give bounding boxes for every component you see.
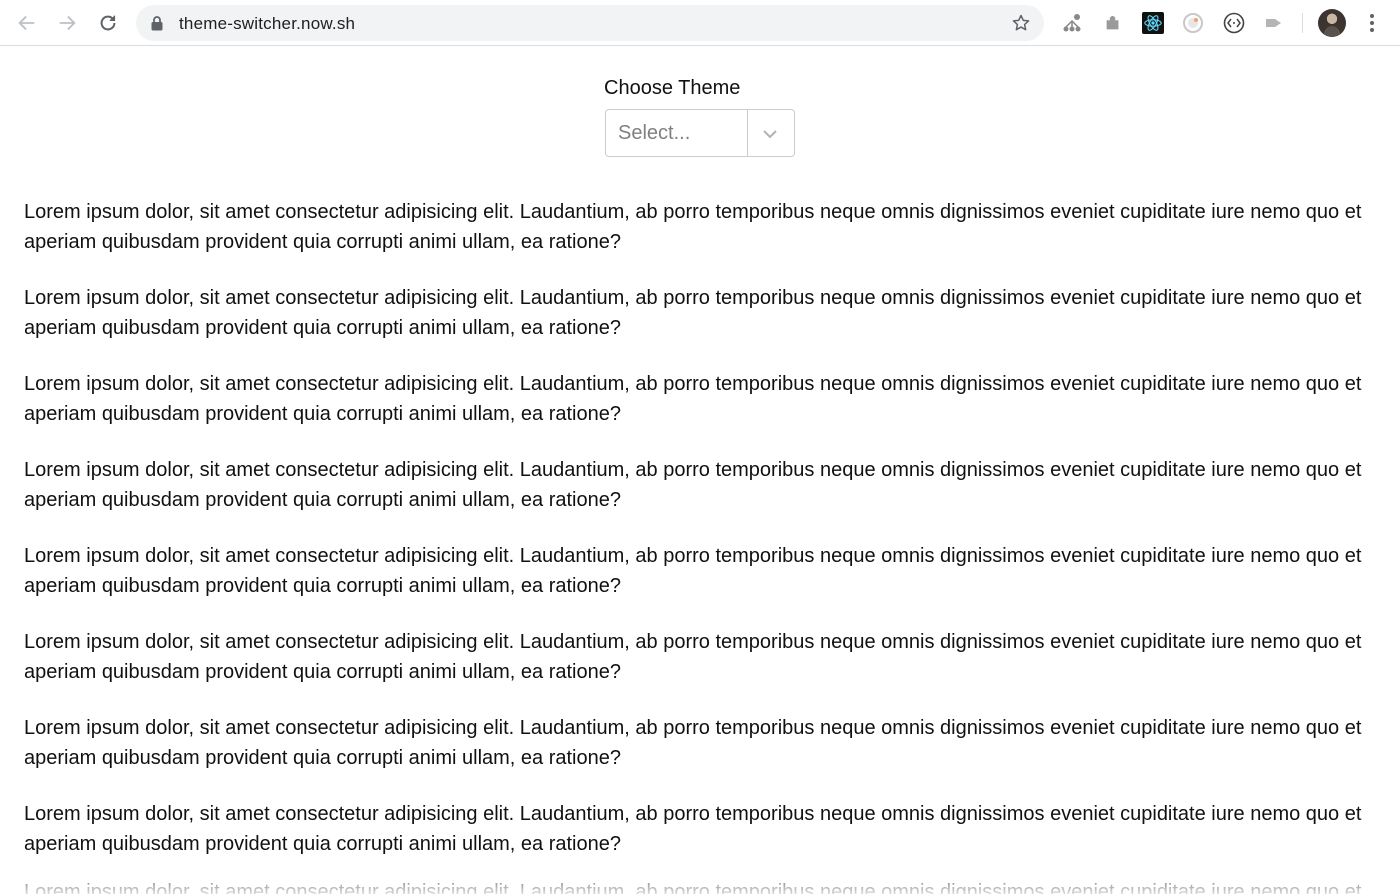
url-text[interactable]: theme-switcher.now.sh <box>179 14 355 34</box>
page-content: Choose Theme Select... Lorem ipsum dolor… <box>0 47 1400 894</box>
address-bar[interactable]: theme-switcher.now.sh <box>136 5 1044 41</box>
paragraph: Lorem ipsum dolor, sit amet consectetur … <box>24 717 1362 769</box>
paragraph: Lorem ipsum dolor, sit amet consectetur … <box>24 881 1362 894</box>
toolbar-divider <box>1302 13 1303 33</box>
extension-puzzle-icon[interactable] <box>1102 12 1124 34</box>
extension-code-icon[interactable] <box>1223 12 1245 34</box>
paragraph: Lorem ipsum dolor, sit amet consectetur … <box>24 287 1362 339</box>
chevron-down-icon[interactable] <box>760 124 780 144</box>
paragraph: Lorem ipsum dolor, sit amet consectetur … <box>24 373 1362 425</box>
paragraph: Lorem ipsum dolor, sit amet consectetur … <box>24 803 1362 855</box>
avatar[interactable] <box>1318 9 1346 37</box>
theme-select[interactable]: Select... <box>605 109 795 157</box>
paragraph: Lorem ipsum dolor, sit amet consectetur … <box>24 201 1362 253</box>
paragraph: Lorem ipsum dolor, sit amet consectetur … <box>24 631 1362 683</box>
star-icon[interactable] <box>1011 13 1031 38</box>
theme-select-placeholder: Select... <box>618 122 691 144</box>
paragraph: Lorem ipsum dolor, sit amet consectetur … <box>24 459 1362 511</box>
select-indicator-separator <box>747 110 748 156</box>
theme-picker: Choose Theme Select... <box>604 75 804 157</box>
extension-arrow-icon[interactable] <box>1263 12 1285 34</box>
extension-network-icon[interactable] <box>1061 12 1083 34</box>
extension-circle-icon[interactable] <box>1182 12 1204 34</box>
forward-arrow-icon[interactable] <box>55 11 79 35</box>
back-arrow-icon[interactable] <box>15 11 39 35</box>
react-devtools-icon[interactable] <box>1142 12 1164 34</box>
theme-label: Choose Theme <box>604 77 741 99</box>
reload-icon[interactable] <box>96 11 120 35</box>
paragraph: Lorem ipsum dolor, sit amet consectetur … <box>24 545 1362 597</box>
lock-icon <box>151 16 163 36</box>
more-vertical-icon[interactable] <box>1362 11 1382 35</box>
browser-toolbar: theme-switcher.now.sh <box>0 0 1400 46</box>
